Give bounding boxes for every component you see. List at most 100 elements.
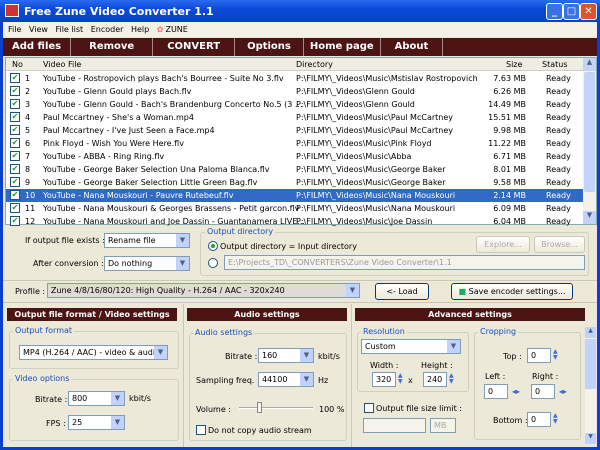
outdir-same-radio[interactable] — [208, 241, 218, 251]
menu-zune[interactable]: ZUNE — [165, 25, 187, 34]
menu-file-list[interactable]: File list — [55, 25, 83, 34]
left-input[interactable]: 0 — [484, 384, 508, 399]
scroll-thumb[interactable] — [584, 72, 595, 192]
row-checkbox[interactable]: ✔ — [10, 177, 20, 187]
width-input[interactable]: 320 — [372, 372, 396, 387]
table-row[interactable]: ✔ 12 YouTube - Nana Mouskouri and Joe Da… — [6, 215, 584, 228]
table-row[interactable]: ✔ 11 YouTube - Nana Mouskouri & Georges … — [6, 202, 584, 215]
load-button[interactable]: <- Load — [375, 283, 429, 300]
convert-button[interactable]: CONVERT — [153, 38, 236, 56]
list-scrollbar[interactable]: ▲ ▼ — [583, 58, 596, 224]
row-directory: P:\FILMY\_Videos\Music\Abba — [296, 152, 412, 161]
col-no[interactable]: No — [12, 60, 23, 69]
right-input[interactable]: 0 — [531, 384, 555, 399]
row-checkbox[interactable]: ✔ — [10, 112, 20, 122]
volume-slider-thumb[interactable] — [256, 402, 262, 413]
save-encoder-settings-button[interactable]: ■ Save encoder settings... — [451, 283, 573, 300]
exists-value: Rename file — [108, 236, 156, 245]
row-file: YouTube - Glenn Gould - Bach's Brandenbu… — [43, 100, 303, 109]
about-button[interactable]: About — [381, 38, 444, 56]
outdir-custom-radio[interactable] — [208, 258, 218, 268]
height-spinner-icon[interactable]: ▲ ▼ — [449, 373, 456, 386]
col-directory[interactable]: Directory — [296, 60, 333, 69]
row-checkbox[interactable]: ✔ — [10, 73, 20, 83]
volume-slider[interactable] — [239, 402, 313, 413]
menu-encoder[interactable]: Encoder — [91, 25, 124, 34]
resolution-select[interactable]: Custom ▼ — [361, 339, 461, 354]
close-button[interactable]: ✕ — [580, 3, 597, 20]
after-select[interactable]: Do nothing ▼ — [104, 256, 190, 271]
size-limit-input[interactable] — [363, 418, 426, 433]
row-checkbox[interactable]: ✔ — [10, 125, 20, 135]
row-size: 14.49 MB — [488, 100, 526, 109]
right-spinner-icon[interactable]: ◂▸ — [559, 387, 567, 396]
table-row[interactable]: ✔ 8 YouTube - George Baker Selection Una… — [6, 163, 584, 176]
profile-select[interactable]: Zune 4/8/16/80/120: High Quality - H.264… — [47, 283, 360, 298]
row-checkbox[interactable]: ✔ — [10, 203, 20, 213]
row-checkbox[interactable]: ✔ — [10, 190, 20, 200]
maximize-button[interactable]: □ — [563, 3, 580, 20]
sampling-select[interactable]: 44100 ▼ — [258, 372, 314, 387]
table-row[interactable]: ✔ 10 YouTube - Nana Mouskouri - Pauvre R… — [6, 189, 584, 202]
after-value: Do nothing — [108, 259, 153, 268]
bottom-spinner-icon[interactable]: ▲ ▼ — [553, 413, 560, 426]
sampling-unit: Hz — [318, 376, 329, 385]
fps-select[interactable]: 25 ▼ — [68, 415, 125, 430]
table-row[interactable]: ✔ 1 YouTube - Rostropovich plays Bach's … — [6, 72, 584, 85]
menu-help[interactable]: Help — [131, 25, 149, 34]
scroll-thumb[interactable] — [585, 339, 596, 389]
toolbar: Add files Remove CONVERT Options Home pa… — [3, 38, 597, 56]
profile-label: Profile : — [15, 287, 46, 296]
top-input[interactable]: 0 — [527, 348, 551, 363]
explore-button[interactable]: Explore... — [476, 236, 530, 253]
table-row[interactable]: ✔ 4 Paul Mccartney - She's a Woman.mp4 P… — [6, 111, 584, 124]
col-status[interactable]: Status — [542, 60, 568, 69]
table-row[interactable]: ✔ 3 YouTube - Glenn Gould - Bach's Brand… — [6, 98, 584, 111]
output-format-select[interactable]: MP4 (H.264 / AAC) - video & audio ▼ — [19, 345, 168, 360]
menu-view[interactable]: View — [29, 25, 48, 34]
scroll-down-icon[interactable]: ▼ — [583, 211, 596, 224]
row-checkbox[interactable]: ✔ — [10, 164, 20, 174]
row-checkbox[interactable]: ✔ — [10, 151, 20, 161]
height-input[interactable]: 240 — [423, 372, 447, 387]
row-checkbox[interactable]: ✔ — [10, 138, 20, 148]
audio-bitrate-select[interactable]: 160 ▼ — [258, 348, 314, 363]
col-size[interactable]: Size — [506, 60, 522, 69]
col-video-file[interactable]: Video File — [43, 60, 81, 69]
row-checkbox[interactable]: ✔ — [10, 86, 20, 96]
table-row[interactable]: ✔ 5 Paul Mccartney - I've Just Seen a Fa… — [6, 124, 584, 137]
scroll-up-icon[interactable]: ▲ — [583, 58, 596, 71]
options-button[interactable]: Options — [235, 38, 304, 56]
top-spinner-icon[interactable]: ▲ ▼ — [553, 349, 560, 362]
size-unit-select[interactable]: MB — [430, 418, 456, 433]
table-row[interactable]: ✔ 7 YouTube - ABBA - Ring Ring.flv P:\FI… — [6, 150, 584, 163]
outdir-path-input[interactable]: E:\Projects_TD\_CONVERTERS\Zune Video Co… — [224, 255, 585, 270]
remove-button[interactable]: Remove — [71, 38, 154, 56]
minimize-button[interactable]: _ — [546, 3, 563, 20]
width-spinner-icon[interactable]: ▲ ▼ — [398, 373, 405, 386]
add-files-button[interactable]: Add files — [3, 38, 72, 56]
exists-select[interactable]: Rename file ▼ — [104, 233, 190, 248]
advanced-scrollbar[interactable]: ▲ ▼ — [585, 327, 596, 444]
bottom-input[interactable]: 0 — [527, 412, 551, 427]
outdir-same-label: Output directory = Input directory — [220, 242, 357, 251]
resolution-title: Resolution — [361, 327, 407, 336]
no-copy-audio-checkbox[interactable] — [196, 425, 206, 435]
video-bitrate-select[interactable]: 800 ▼ — [68, 391, 125, 406]
row-directory: P:\FILMY\_Videos\Music\Mstislav Rostropo… — [296, 74, 478, 83]
table-row[interactable]: ✔ 2 YouTube - Glenn Gould plays Bach.flv… — [6, 85, 584, 98]
row-size: 9.58 MB — [493, 178, 526, 187]
table-row[interactable]: ✔ 9 YouTube - George Baker Selection Lit… — [6, 176, 584, 189]
row-checkbox[interactable]: ✔ — [10, 99, 20, 109]
scroll-down-icon[interactable]: ▼ — [585, 433, 596, 444]
size-limit-checkbox[interactable] — [364, 403, 374, 413]
row-directory: P:\FILMY\_Videos\Music\Nana Mouskouri — [296, 204, 456, 213]
table-row[interactable]: ✔ 6 Pink Floyd - Wish You Were Here.flv … — [6, 137, 584, 150]
home-page-button[interactable]: Home page — [304, 38, 381, 56]
menu-file[interactable]: File — [8, 25, 21, 34]
row-checkbox[interactable]: ✔ — [10, 216, 20, 226]
browse-button[interactable]: Browse... — [534, 236, 585, 253]
scroll-up-icon[interactable]: ▲ — [585, 327, 596, 338]
left-spinner-icon[interactable]: ◂▸ — [512, 387, 520, 396]
row-file: YouTube - George Baker Selection Little … — [43, 178, 258, 187]
